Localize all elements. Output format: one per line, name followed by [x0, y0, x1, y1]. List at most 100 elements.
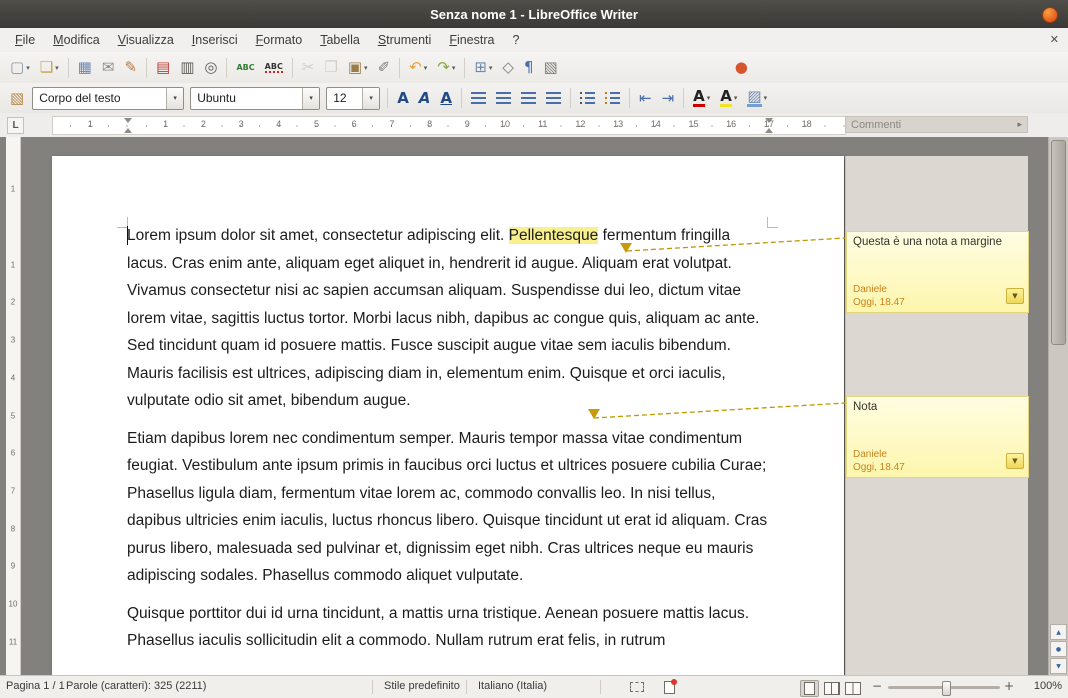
spelling-button[interactable]: ABC	[232, 56, 258, 80]
bold-button[interactable]: A	[393, 86, 413, 110]
italic-button[interactable]: A	[415, 86, 435, 110]
zoom-slider-thumb[interactable]	[942, 681, 951, 696]
vertical-scrollbar[interactable]: ▲ ● ▼	[1048, 137, 1068, 676]
vertical-ruler[interactable]: 11234567891011	[6, 137, 21, 676]
background-color-button[interactable]: ▨▾	[743, 86, 771, 110]
font-size-combo[interactable]: 12▾	[326, 87, 380, 110]
gallery-button[interactable]: ▧	[540, 56, 562, 80]
word-count-status[interactable]: Parole (caratteri): 325 (2211)	[66, 680, 206, 692]
page[interactable]: Lorem ipsum dolor sit amet, consectetur …	[52, 156, 844, 676]
align-left-button[interactable]	[467, 86, 490, 110]
new-document-dropdown-arrow-icon[interactable]: ▾	[26, 64, 30, 72]
comment-highlight[interactable]: Pellentesque	[509, 227, 599, 244]
scrollbar-thumb[interactable]	[1051, 140, 1066, 345]
paragraph[interactable]: Etiam dapibus lorem nec condimentum semp…	[127, 425, 769, 590]
ruler-strip[interactable]: 1123456789101112131415161718	[52, 116, 846, 135]
previous-page-button[interactable]: ▲	[1050, 624, 1067, 640]
redo-dropdown-arrow-icon[interactable]: ▾	[452, 64, 456, 72]
left-margin-marker-top[interactable]	[124, 118, 132, 123]
comments-panel-arrow-icon[interactable]: ▸	[1017, 120, 1022, 130]
redo-button[interactable]: ↷▾	[433, 56, 459, 80]
selection-mode-icon[interactable]	[630, 682, 644, 692]
menu-visualizza[interactable]: Visualizza	[109, 30, 183, 50]
comment-menu-button[interactable]: ▼	[1006, 453, 1024, 469]
open-dropdown-arrow-icon[interactable]: ▾	[55, 64, 59, 72]
justify-button[interactable]	[542, 86, 565, 110]
single-page-view-button[interactable]	[800, 680, 819, 697]
increase-indent-button[interactable]: ⇥	[658, 86, 679, 110]
background-color-dropdown-arrow-icon[interactable]: ▾	[764, 94, 768, 102]
edit-mode-button[interactable]: ✎	[120, 56, 141, 80]
new-document-button[interactable]: ▢▾	[6, 56, 34, 80]
language-status[interactable]: Italiano (Italia)	[478, 680, 547, 692]
paragraph[interactable]: Quisque porttitor dui id urna tincidunt,…	[127, 600, 769, 655]
book-view-button[interactable]	[845, 682, 861, 695]
navigation-button[interactable]: ●	[1050, 641, 1067, 657]
menu-strumenti[interactable]: Strumenti	[369, 30, 441, 50]
paragraph-text[interactable]: Lorem ipsum dolor sit amet, consectetur …	[127, 227, 509, 244]
email-button[interactable]: ✉	[98, 56, 119, 80]
zoom-in-button[interactable]: +	[1004, 679, 1014, 693]
print-preview-button[interactable]: ◎	[200, 56, 221, 80]
show-draw-functions-button[interactable]: ◇	[498, 56, 518, 80]
comment-note[interactable]: Questa è una nota a margine Daniele Oggi…	[846, 231, 1029, 313]
align-center-button[interactable]	[492, 86, 515, 110]
zoom-slider[interactable]	[888, 686, 1000, 689]
zoom-level[interactable]: 100%	[1034, 680, 1062, 692]
next-page-button[interactable]: ▼	[1050, 658, 1067, 674]
undo-dropdown-arrow-icon[interactable]: ▾	[424, 64, 428, 72]
save-button[interactable]: ▦	[74, 56, 96, 80]
auto-spellcheck-button[interactable]: ABC	[261, 56, 287, 80]
insert-table-button[interactable]: ⊞▾	[470, 56, 496, 80]
comment-menu-button[interactable]: ▼	[1006, 288, 1024, 304]
highlighting-button[interactable]: A▾	[716, 86, 741, 110]
clone-formatting-button[interactable]: ✐	[374, 56, 395, 80]
help-button[interactable]: ●	[731, 56, 752, 80]
font-color-button[interactable]: A▾	[689, 86, 714, 110]
print-button[interactable]: ▥	[176, 56, 198, 80]
font-name-dropdown-arrow-icon[interactable]: ▾	[302, 88, 319, 109]
menu-file[interactable]: File	[6, 30, 44, 50]
window-close-button[interactable]	[1042, 7, 1058, 23]
paragraph-style-combo[interactable]: Corpo del testo▾	[32, 87, 184, 110]
export-pdf-button[interactable]: ▤	[152, 56, 174, 80]
document-text[interactable]: Lorem ipsum dolor sit amet, consectetur …	[127, 222, 769, 665]
comment-note[interactable]: Nota Daniele Oggi, 18.47 ▼	[846, 396, 1029, 478]
menu-inserisci[interactable]: Inserisci	[183, 30, 247, 50]
tab-stop-selector[interactable]: L	[7, 117, 24, 134]
font-color-dropdown-arrow-icon[interactable]: ▾	[707, 94, 711, 102]
document-close-icon[interactable]: ✕	[1050, 33, 1059, 46]
page-number-status[interactable]: Pagina 1 / 1	[6, 680, 65, 692]
zoom-out-button[interactable]: −	[872, 679, 882, 693]
left-indent-marker[interactable]	[124, 128, 132, 133]
ordered-list-button[interactable]	[576, 86, 599, 110]
menu-modifica[interactable]: Modifica	[44, 30, 109, 50]
page-style-status[interactable]: Stile predefinito	[384, 680, 460, 692]
insert-table-dropdown-arrow-icon[interactable]: ▾	[489, 64, 493, 72]
comment-text[interactable]: Questa è una nota a margine	[853, 236, 1022, 248]
paragraph-text[interactable]: fermentum fringilla lacus. Cras enim ant…	[127, 227, 759, 409]
document-modified-icon[interactable]	[664, 681, 675, 694]
paragraph-style-dropdown-arrow-icon[interactable]: ▾	[166, 88, 183, 109]
menu-tabella[interactable]: Tabella	[311, 30, 369, 50]
open-button[interactable]: ❏▾	[36, 56, 63, 80]
font-size-dropdown-arrow-icon[interactable]: ▾	[362, 88, 379, 109]
formatting-marks-button[interactable]: ¶	[520, 56, 538, 80]
undo-button[interactable]: ↶▾	[405, 56, 431, 80]
align-right-button[interactable]	[517, 86, 540, 110]
undo-icon: ↶	[409, 60, 422, 75]
multi-page-view-button[interactable]	[824, 682, 840, 695]
comment-text[interactable]: Nota	[853, 401, 1022, 413]
decrease-indent-button[interactable]: ⇤	[635, 86, 656, 110]
underline-button[interactable]: A	[436, 86, 456, 110]
paste-dropdown-arrow-icon[interactable]: ▾	[364, 64, 368, 72]
styles-panel-button[interactable]: ▧	[6, 86, 28, 110]
unordered-list-button[interactable]	[601, 86, 624, 110]
paste-button[interactable]: ▣▾	[344, 56, 372, 80]
menu-?[interactable]: ?	[503, 30, 528, 50]
menu-finestra[interactable]: Finestra	[440, 30, 503, 50]
menu-formato[interactable]: Formato	[247, 30, 312, 50]
font-name-combo[interactable]: Ubuntu▾	[190, 87, 320, 110]
paragraph[interactable]: Lorem ipsum dolor sit amet, consectetur …	[127, 222, 769, 415]
highlighting-dropdown-arrow-icon[interactable]: ▾	[734, 94, 738, 102]
